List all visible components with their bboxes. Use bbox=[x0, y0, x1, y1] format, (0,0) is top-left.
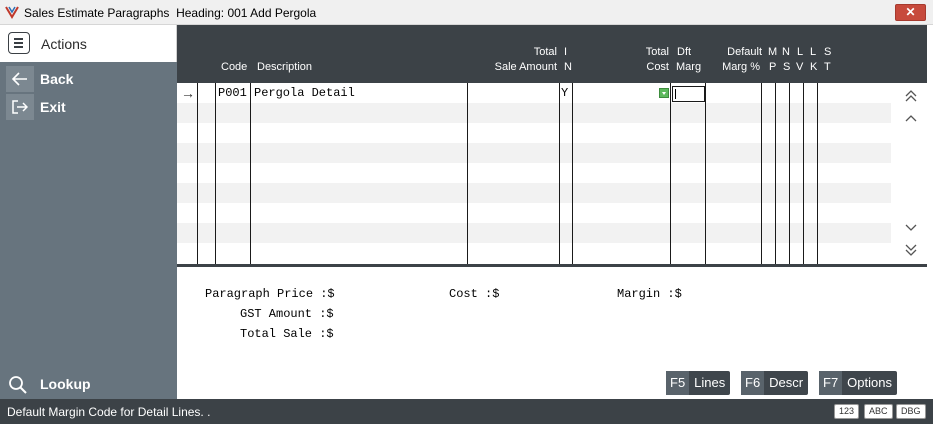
status-bar: Default Margin Code for Detail Lines. . … bbox=[0, 399, 933, 424]
column-header-lv-2[interactable]: V bbox=[796, 60, 803, 75]
row-pointer-icon: → bbox=[181, 85, 195, 101]
fkey-label: Lines bbox=[694, 375, 726, 390]
sidebar-item-lookup[interactable]: Lookup bbox=[0, 371, 177, 397]
column-header-code[interactable]: Code bbox=[221, 60, 247, 75]
search-icon bbox=[9, 376, 27, 394]
debug-indicator[interactable]: DBG bbox=[896, 404, 926, 419]
sidebar-item-label: Exit bbox=[40, 99, 66, 115]
grid-header: Code Description Total Sale Amount I N T… bbox=[177, 25, 927, 83]
column-divider bbox=[250, 83, 251, 264]
column-header-st-2[interactable]: T bbox=[824, 60, 831, 75]
sidebar-item-exit[interactable]: Exit bbox=[0, 94, 177, 120]
scroll-up-icon[interactable] bbox=[903, 111, 919, 127]
exit-icon bbox=[6, 94, 34, 120]
dft-marg-input[interactable] bbox=[672, 86, 705, 102]
column-header-st-1[interactable]: S bbox=[824, 45, 831, 60]
cost-label: Cost :$ bbox=[449, 287, 500, 301]
fkey-code: F6 bbox=[741, 371, 765, 395]
app-logo-icon bbox=[5, 6, 19, 19]
paragraph-price-label: Paragraph Price :$ bbox=[205, 287, 335, 301]
f5-lines-button[interactable]: F5 Lines bbox=[666, 371, 731, 395]
scroll-top-icon[interactable] bbox=[903, 89, 919, 105]
column-header-mp-1[interactable]: M bbox=[768, 45, 777, 60]
title-bar: Sales Estimate Paragraphs Heading: 001 A… bbox=[0, 0, 933, 25]
sidebar-item-label: Back bbox=[40, 71, 74, 87]
column-header-mp-2[interactable]: P bbox=[769, 60, 776, 75]
column-divider bbox=[467, 83, 468, 264]
fkey-code: F5 bbox=[666, 371, 690, 395]
column-header-total-cost-1[interactable]: Total bbox=[617, 45, 669, 60]
actions-header[interactable]: Actions bbox=[0, 25, 177, 62]
arrow-left-icon bbox=[6, 66, 34, 92]
grid-row-stripe bbox=[177, 103, 891, 123]
column-header-default-marg-2[interactable]: Marg % bbox=[707, 60, 760, 75]
column-header-ns-2[interactable]: S bbox=[783, 60, 790, 75]
grid-row-stripe bbox=[177, 223, 891, 243]
margin-label: Margin :$ bbox=[617, 287, 682, 301]
column-header-lv-1[interactable]: L bbox=[797, 45, 803, 60]
dropdown-icon[interactable] bbox=[659, 88, 669, 98]
column-divider bbox=[789, 83, 790, 264]
scroll-bottom-icon[interactable] bbox=[903, 243, 919, 259]
column-header-lk-2[interactable]: K bbox=[810, 60, 817, 75]
numeric-mode-indicator[interactable]: 123 bbox=[834, 404, 860, 419]
cell-description[interactable]: Pergola Detail bbox=[254, 83, 355, 103]
lookup-label: Lookup bbox=[40, 376, 91, 392]
column-header-default-marg-1[interactable]: Default bbox=[707, 45, 762, 60]
window-bottom-edge bbox=[0, 424, 933, 429]
column-header-dft-marg-1[interactable]: Dft bbox=[677, 45, 691, 60]
grid-row-stripe bbox=[177, 143, 891, 163]
column-divider bbox=[817, 83, 818, 264]
detail-grid: → P001 Pergola Detail Y bbox=[177, 83, 927, 264]
grid-row-stripe bbox=[177, 183, 891, 203]
cell-in[interactable]: Y bbox=[561, 83, 568, 103]
totals-panel: Paragraph Price :$ Cost :$ Margin :$ GST… bbox=[177, 267, 927, 399]
column-header-total-sale-2[interactable]: Sale Amount bbox=[477, 60, 557, 75]
column-divider bbox=[670, 83, 671, 264]
sidebar-item-back[interactable]: Back bbox=[0, 66, 177, 92]
fkey-code: F7 bbox=[819, 371, 843, 395]
column-header-dft-marg-2[interactable]: Marg bbox=[676, 60, 701, 75]
status-message: Default Margin Code for Detail Lines. . bbox=[7, 405, 211, 419]
column-header-in-2[interactable]: N bbox=[564, 60, 572, 75]
actions-label: Actions bbox=[41, 36, 87, 52]
column-divider bbox=[559, 83, 560, 264]
column-header-total-sale-1[interactable]: Total bbox=[497, 45, 557, 60]
gst-amount-label: GST Amount :$ bbox=[240, 307, 334, 321]
column-divider bbox=[705, 83, 706, 264]
column-header-lk-1[interactable]: L bbox=[810, 45, 816, 60]
column-divider bbox=[215, 83, 216, 264]
total-sale-label: Total Sale :$ bbox=[240, 327, 334, 341]
fkey-label: Descr bbox=[769, 375, 804, 390]
close-button[interactable]: ✕ bbox=[895, 4, 926, 21]
grid-scrollbar[interactable] bbox=[893, 83, 927, 264]
f6-descr-button[interactable]: F6 Descr bbox=[741, 371, 809, 395]
fkey-label: Options bbox=[847, 375, 892, 390]
column-divider bbox=[197, 83, 198, 264]
column-header-total-cost-2[interactable]: Cost bbox=[617, 60, 669, 75]
window-title: Sales Estimate Paragraphs Heading: 001 A… bbox=[24, 6, 317, 20]
column-divider bbox=[803, 83, 804, 264]
sidebar: Actions Back Exit Lookup bbox=[0, 25, 177, 399]
alpha-mode-indicator[interactable]: ABC bbox=[864, 404, 893, 419]
menu-icon bbox=[8, 32, 30, 54]
scroll-down-icon[interactable] bbox=[903, 221, 919, 237]
column-divider bbox=[775, 83, 776, 264]
column-header-description[interactable]: Description bbox=[257, 60, 312, 75]
column-header-ns-1[interactable]: N bbox=[782, 45, 790, 60]
column-header-in-1[interactable]: I bbox=[564, 45, 567, 60]
column-divider bbox=[761, 83, 762, 264]
f7-options-button[interactable]: F7 Options bbox=[819, 371, 897, 395]
cell-code[interactable]: P001 bbox=[218, 83, 247, 103]
column-divider bbox=[572, 83, 573, 264]
